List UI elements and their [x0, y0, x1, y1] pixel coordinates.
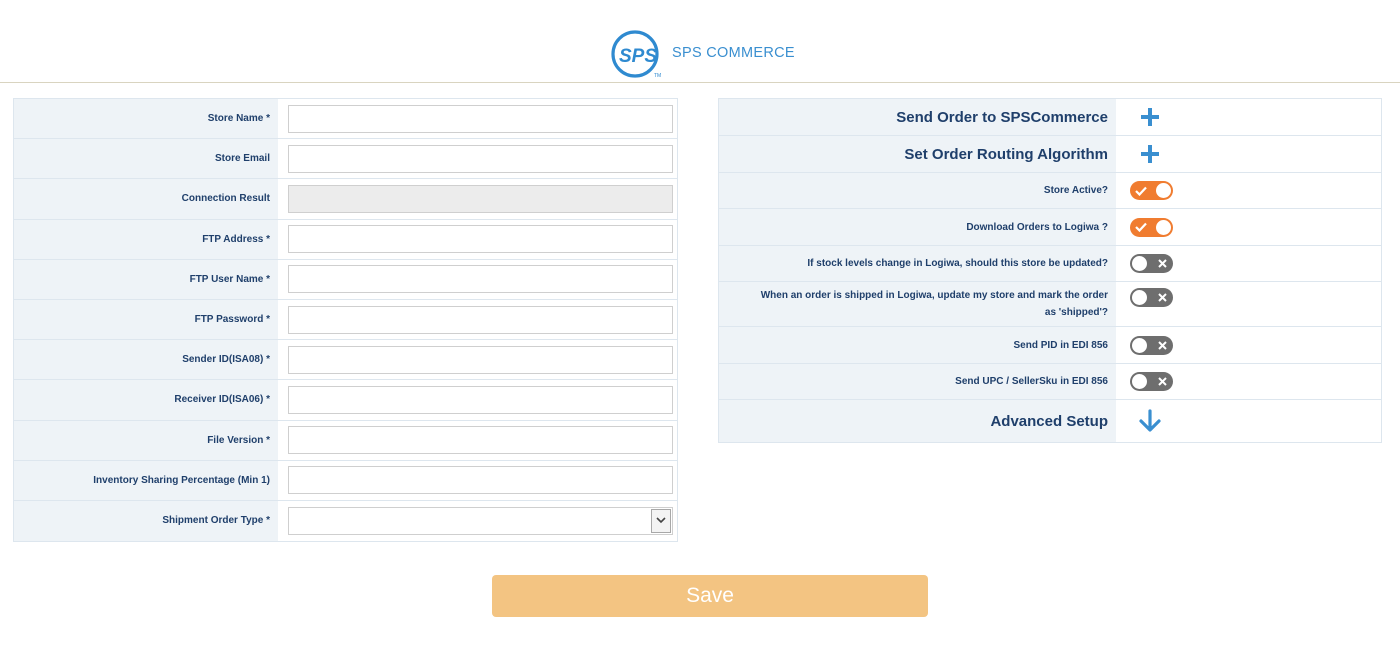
toggle-row-download-orders: Download Orders to Logiwa ?: [719, 209, 1381, 246]
advanced-setup-row[interactable]: Advanced Setup: [719, 400, 1381, 442]
stock-levels-label: If stock levels change in Logiwa, should…: [807, 258, 1108, 269]
routing-label: Set Order Routing Algorithm: [904, 145, 1108, 163]
stock-levels-toggle[interactable]: [1130, 254, 1173, 273]
close-icon: [1158, 336, 1167, 355]
send-upc-label: Send UPC / SellerSku in EDI 856: [955, 376, 1108, 387]
svg-text:TM: TM: [654, 73, 661, 78]
inventory-sharing-label: Inventory Sharing Percentage (Min 1): [93, 474, 270, 486]
advanced-setup-label: Advanced Setup: [990, 412, 1108, 430]
shipment-order-type-label: Shipment Order Type *: [162, 515, 270, 527]
form-row-ftp-user-name: FTP User Name *: [14, 259, 677, 300]
form-row-store-email: Store Email: [14, 139, 677, 180]
logo-text: SPS COMMERCE: [672, 45, 795, 61]
form-row-sender-id: Sender ID(ISA08) *: [14, 340, 677, 381]
close-icon: [1158, 372, 1167, 391]
form-row-ftp-password: FTP Password *: [14, 299, 677, 341]
header: SPS TM SPS COMMERCE: [0, 0, 1400, 83]
toggle-row-send-upc: Send UPC / SellerSku in EDI 856: [719, 364, 1381, 400]
logo: SPS TM SPS COMMERCE: [610, 30, 795, 78]
send-order-row[interactable]: Send Order to SPSCommerce: [719, 99, 1381, 136]
sender-id-input[interactable]: [288, 345, 673, 374]
store-email-label: Store Email: [214, 153, 270, 165]
save-button[interactable]: Save: [492, 575, 928, 617]
toggle-knob: [1132, 256, 1147, 271]
sender-id-label: Sender ID(ISA08) *: [182, 354, 270, 366]
close-icon: [1158, 254, 1167, 273]
download-orders-label: Download Orders to Logiwa ?: [966, 221, 1108, 233]
chevron-down-icon[interactable]: [651, 508, 671, 533]
toggle-knob: [1132, 337, 1147, 353]
store-active-label: Store Active?: [1043, 185, 1108, 196]
form-row-file-version: File Version *: [14, 420, 677, 461]
mark-shipped-label: When an order is shipped in Logiwa, upda…: [760, 290, 1108, 318]
form-row-inventory-sharing: Inventory Sharing Percentage (Min 1): [14, 460, 677, 501]
toggle-knob: [1156, 183, 1171, 198]
store-email-input[interactable]: [288, 144, 673, 173]
form-row-ftp-address: FTP Address *: [14, 219, 677, 260]
inventory-sharing-input[interactable]: [288, 466, 673, 495]
send-upc-toggle[interactable]: [1130, 372, 1173, 391]
form-row-shipment-order-type: Shipment Order Type *: [14, 500, 677, 542]
connection-result-field: [288, 184, 673, 213]
toggle-row-store-active: Store Active?: [719, 173, 1381, 209]
store-name-label: Store Name *: [207, 113, 270, 125]
toggle-row-stock-levels: If stock levels change in Logiwa, should…: [719, 246, 1381, 282]
send-pid-label: Send PID in EDI 856: [1013, 339, 1108, 351]
toggle-knob: [1132, 374, 1147, 389]
integration-options-panel: Send Order to SPSCommerce Set Order Rout…: [718, 98, 1382, 443]
form-row-connection-result: Connection Result: [14, 179, 677, 220]
svg-text:SPS: SPS: [619, 46, 657, 67]
plus-icon[interactable]: [1140, 107, 1160, 127]
ftp-address-input[interactable]: [288, 225, 673, 254]
connection-result-label: Connection Result: [181, 193, 270, 205]
download-orders-toggle[interactable]: [1130, 217, 1173, 237]
routing-row[interactable]: Set Order Routing Algorithm: [719, 136, 1381, 173]
arrow-down-icon[interactable]: [1138, 409, 1162, 433]
check-icon: [1135, 181, 1147, 200]
toggle-knob: [1132, 290, 1147, 305]
sps-logo-icon: SPS TM: [611, 30, 661, 78]
receiver-id-label: Receiver ID(ISA06) *: [174, 394, 270, 406]
toggle-knob: [1156, 219, 1171, 235]
toggle-row-send-pid: Send PID in EDI 856: [719, 327, 1381, 364]
toggle-row-mark-shipped: When an order is shipped in Logiwa, upda…: [719, 282, 1381, 327]
check-icon: [1135, 218, 1147, 237]
store-active-toggle[interactable]: [1130, 181, 1173, 200]
store-settings-form: Store Name * Store Email Connection Resu…: [13, 98, 678, 543]
receiver-id-input[interactable]: [288, 385, 673, 414]
store-name-input[interactable]: [288, 104, 673, 133]
file-version-label: File Version *: [207, 434, 270, 446]
shipment-order-type-select[interactable]: [288, 506, 673, 535]
plus-icon[interactable]: [1140, 144, 1160, 164]
ftp-password-input[interactable]: [288, 305, 673, 334]
file-version-input[interactable]: [288, 426, 673, 455]
ftp-user-name-input[interactable]: [288, 265, 673, 294]
send-pid-toggle[interactable]: [1130, 335, 1173, 355]
ftp-password-label: FTP Password *: [194, 314, 270, 326]
form-row-store-name: Store Name *: [14, 99, 677, 140]
close-icon: [1158, 288, 1167, 307]
form-row-receiver-id: Receiver ID(ISA06) *: [14, 380, 677, 421]
send-order-label: Send Order to SPSCommerce: [896, 108, 1108, 126]
mark-shipped-toggle[interactable]: [1130, 288, 1173, 307]
ftp-user-name-label: FTP User Name *: [189, 273, 270, 285]
ftp-address-label: FTP Address *: [202, 233, 270, 245]
